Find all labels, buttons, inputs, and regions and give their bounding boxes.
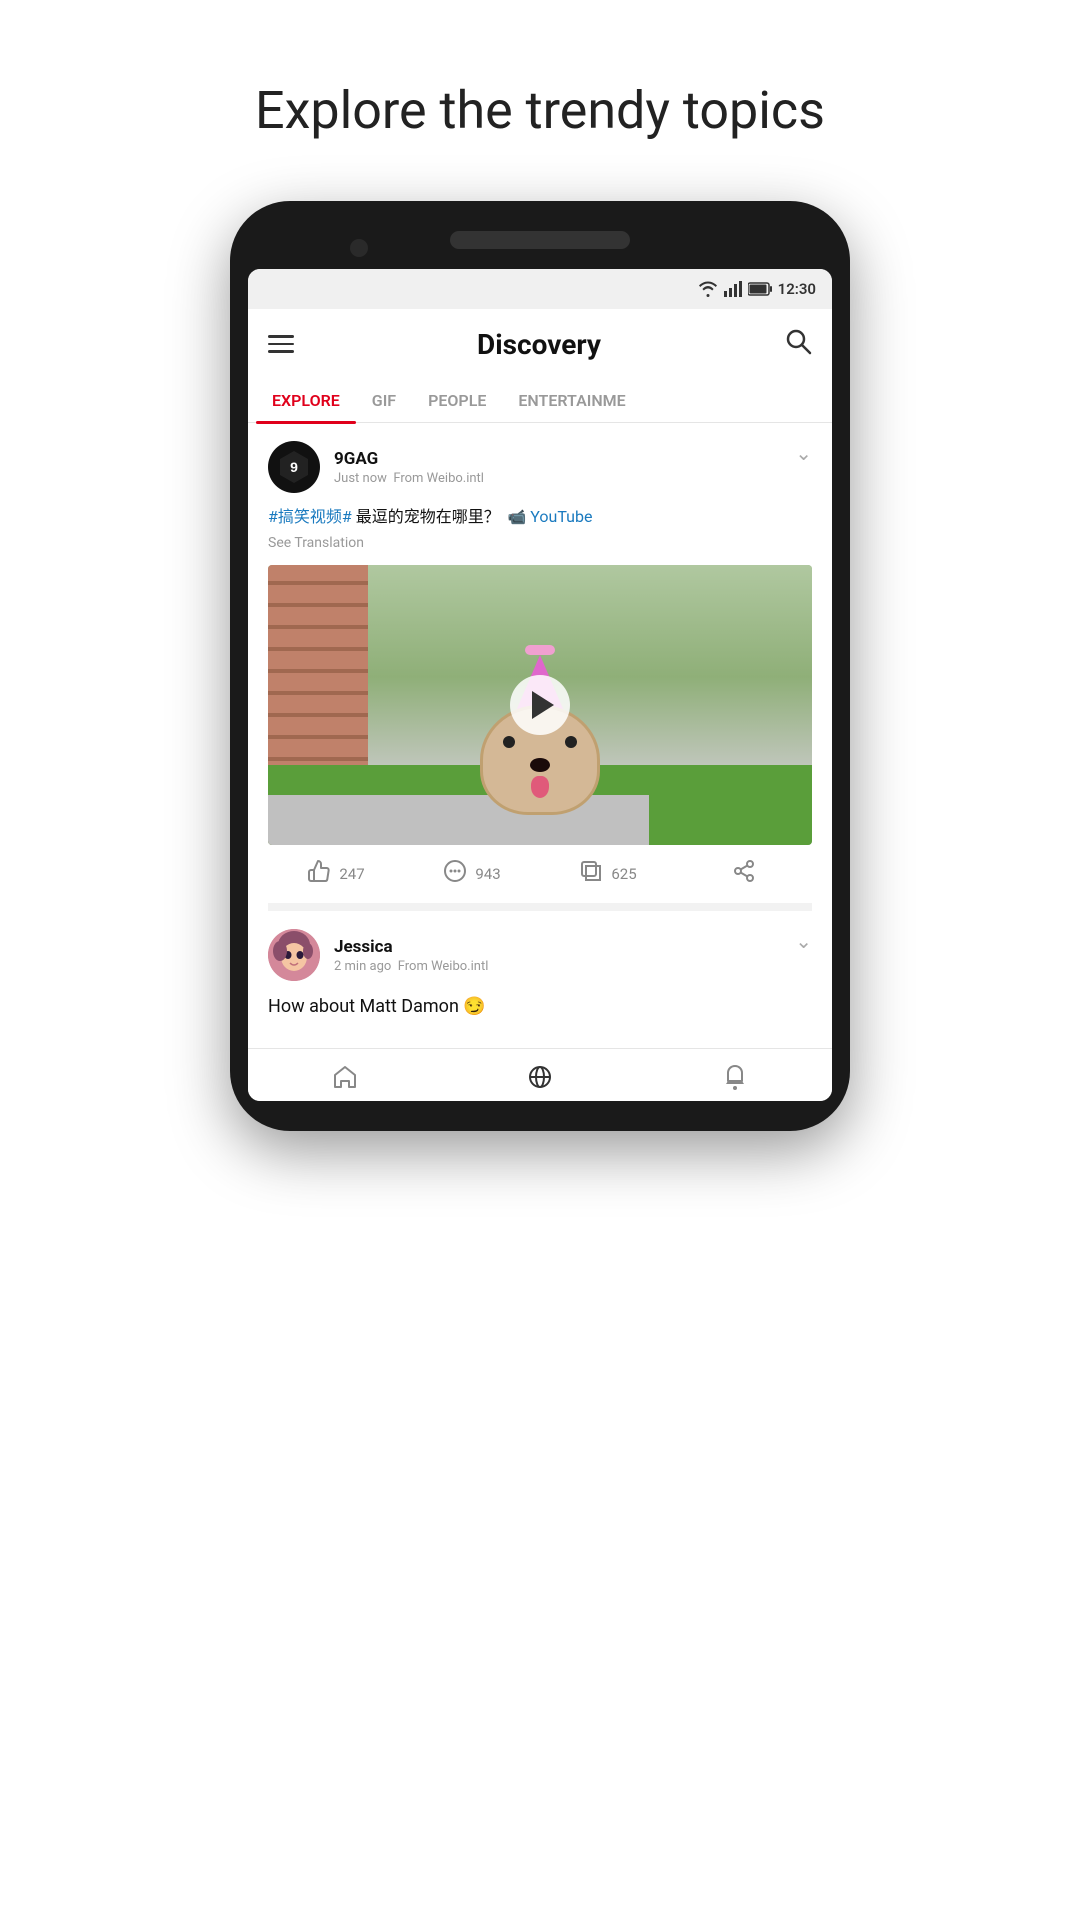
home-icon — [331, 1063, 359, 1091]
post-2-user-details: Jessica 2 min ago From Weibo.intl — [334, 937, 488, 974]
comment-icon — [443, 859, 467, 889]
battery-icon — [748, 282, 772, 296]
signal-icon — [724, 281, 742, 297]
status-bar: 12:30 — [248, 269, 832, 309]
phone-camera — [350, 239, 368, 257]
post-header-2: Jessica 2 min ago From Weibo.intl ⌄ — [268, 929, 812, 981]
tab-gif[interactable]: GIF — [356, 379, 412, 422]
post-1-username: 9GAG — [334, 449, 484, 469]
share-button[interactable] — [676, 859, 812, 889]
post-2-text: How about Matt Damon 😏 — [268, 993, 812, 1020]
tab-people[interactable]: PEOPLE — [412, 379, 502, 422]
menu-button[interactable] — [268, 335, 294, 353]
comment-count: 943 — [475, 865, 500, 883]
play-triangle-icon — [532, 691, 554, 719]
status-time: 12:30 — [778, 280, 816, 298]
bottom-nav — [248, 1048, 832, 1101]
9gag-logo: 9 — [276, 449, 312, 485]
nav-home[interactable] — [248, 1063, 443, 1091]
phone-speaker — [450, 231, 630, 249]
post-1-actions: 247 943 — [268, 845, 812, 911]
tabs-bar: EXPLORE GIF PEOPLE ENTERTAINME — [248, 379, 832, 423]
repost-count: 625 — [611, 865, 636, 883]
youtube-link[interactable]: YouTube — [530, 507, 592, 526]
share-icon — [732, 859, 756, 889]
post-1-see-translation[interactable]: See Translation — [268, 535, 812, 551]
hashtag[interactable]: #搞笑视频# — [268, 507, 352, 526]
notification-icon — [721, 1063, 749, 1091]
post-1-chevron[interactable]: ⌄ — [795, 441, 812, 465]
search-button[interactable] — [784, 327, 812, 361]
nav-discover[interactable] — [443, 1063, 638, 1091]
video-thumbnail[interactable] — [268, 565, 812, 845]
post-2-chevron[interactable]: ⌄ — [795, 929, 812, 953]
post-header-1: 9 9GAG Just now From Weibo.intl ⌄ — [268, 441, 812, 493]
jessica-avatar-svg — [268, 929, 320, 981]
post-2-content: How about Matt Damon 😏 — [268, 993, 812, 1020]
like-count: 247 — [339, 865, 364, 883]
post-1-content: #搞笑视频# 最逗的宠物在哪里？ 📹 YouTube See Translati… — [268, 505, 812, 551]
tab-explore[interactable]: EXPLORE — [256, 379, 356, 422]
post-1-user-details: 9GAG Just now From Weibo.intl — [334, 449, 484, 486]
post-2-username: Jessica — [334, 937, 488, 957]
nav-notification[interactable] — [637, 1063, 832, 1091]
post-card-2: Jessica 2 min ago From Weibo.intl ⌄ How … — [248, 911, 832, 1048]
repost-button[interactable]: 625 — [540, 859, 676, 889]
post-card-1: 9 9GAG Just now From Weibo.intl ⌄ #搞笑视频#… — [248, 423, 832, 911]
svg-text:9: 9 — [290, 459, 298, 475]
post-1-meta: Just now From Weibo.intl — [334, 471, 484, 486]
video-scene — [268, 565, 812, 845]
app-title: Discovery — [477, 328, 601, 361]
post-user-info-2: Jessica 2 min ago From Weibo.intl — [268, 929, 488, 981]
thumb-up-icon — [307, 859, 331, 889]
avatar-jessica — [268, 929, 320, 981]
tab-entertainment[interactable]: ENTERTAINME — [502, 379, 641, 422]
avatar-9gag: 9 — [268, 441, 320, 493]
phone-screen: 12:30 Discovery EXPLORE GIF PEOPLE ENTER… — [248, 269, 832, 1101]
phone-frame: 12:30 Discovery EXPLORE GIF PEOPLE ENTER… — [230, 201, 850, 1131]
app-header: Discovery — [248, 309, 832, 379]
post-1-text: #搞笑视频# 最逗的宠物在哪里？ 📹 YouTube — [268, 505, 812, 529]
comment-button[interactable]: 943 — [404, 859, 540, 889]
page-title: Explore the trendy topics — [255, 80, 825, 141]
post-user-info-1: 9 9GAG Just now From Weibo.intl — [268, 441, 484, 493]
status-icons: 12:30 — [698, 280, 816, 298]
like-button[interactable]: 247 — [268, 859, 404, 889]
play-button[interactable] — [510, 675, 570, 735]
wifi-icon — [698, 281, 718, 297]
discover-icon — [526, 1063, 554, 1091]
repost-icon — [579, 859, 603, 889]
post-2-meta: 2 min ago From Weibo.intl — [334, 959, 488, 974]
